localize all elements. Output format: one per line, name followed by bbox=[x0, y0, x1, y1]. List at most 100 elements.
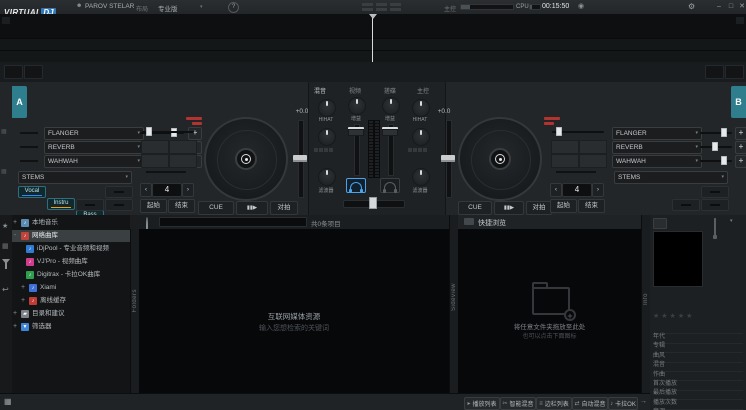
deck-b-loop-double-button[interactable]: › bbox=[592, 183, 604, 197]
deck-a-loop-in-button[interactable]: 起始 bbox=[140, 199, 167, 213]
deck-b-tab[interactable]: B bbox=[731, 86, 746, 118]
tree-item-folders-suggestions[interactable]: +▰目录和建议 bbox=[12, 308, 130, 320]
smartmix-tab[interactable]: ✂智能混音 bbox=[500, 397, 536, 410]
deck-a-loop-size[interactable]: 4 bbox=[152, 183, 182, 197]
tree-item-offline-cache[interactable]: +♪离线缓存 bbox=[12, 295, 130, 307]
deck-b-fx2-select[interactable]: REVERB▾ bbox=[612, 141, 702, 154]
deck-b-fx3-slider[interactable] bbox=[700, 155, 732, 166]
settings-gear-icon[interactable]: ⚙ bbox=[688, 2, 695, 11]
deck-b-loop-size[interactable]: 4 bbox=[562, 183, 592, 197]
deck-b-fx3-add-button[interactable]: + bbox=[735, 155, 746, 168]
deck-b-stem-empty-pad[interactable] bbox=[701, 199, 729, 211]
channel-2-pfl-button[interactable] bbox=[380, 178, 400, 193]
deck-a-tab[interactable]: A bbox=[12, 86, 27, 118]
minimize-button[interactable]: – bbox=[714, 2, 724, 12]
history-icon[interactable]: ▦ bbox=[2, 242, 9, 250]
deck-a-pad-param-slider[interactable] bbox=[142, 126, 194, 137]
karaoke-tab[interactable]: ♪卡拉OK bbox=[608, 397, 638, 410]
user-name[interactable]: PAROV STELAR bbox=[85, 3, 134, 10]
deck-a-pad-3[interactable] bbox=[141, 154, 169, 168]
channel-1-volume-handle[interactable] bbox=[348, 127, 364, 136]
maximize-button[interactable]: □ bbox=[726, 2, 736, 12]
deck-a-pad-2[interactable] bbox=[169, 140, 197, 154]
channel-1-pfl-button[interactable] bbox=[346, 178, 366, 193]
deck-b-cue-button[interactable]: CUE bbox=[458, 201, 492, 215]
deck-a-stem-empty-pad[interactable] bbox=[105, 186, 133, 198]
deck-b-fx2-add-button[interactable]: + bbox=[735, 141, 746, 154]
layout-switch-2-icon[interactable] bbox=[376, 3, 387, 11]
channel-1-gain-knob[interactable] bbox=[348, 97, 366, 115]
shortcut-grid-icon[interactable]: ▦ bbox=[4, 397, 12, 406]
close-button[interactable]: ✕ bbox=[737, 2, 746, 12]
deck-b-stems-select[interactable]: STEMS▾ bbox=[614, 171, 728, 184]
mixer-left-filter-knob[interactable] bbox=[318, 168, 336, 186]
tree-item-idjpool[interactable]: ♪iDjPool - 专业音频和视频 bbox=[12, 243, 130, 255]
deck-a-stem-empty-pad[interactable] bbox=[76, 199, 104, 211]
deck-a-stems-select[interactable]: STEMS▾ bbox=[18, 171, 132, 184]
deck-a-fx1-select[interactable]: FLANGER▾ bbox=[44, 127, 144, 140]
deck-b-stem-empty-pad[interactable] bbox=[701, 186, 729, 198]
deck-b-pad-param-slider[interactable] bbox=[552, 126, 604, 137]
deck-a-fx3-select[interactable]: WAHWAH▾ bbox=[44, 155, 144, 168]
deck-b-fx1-select[interactable]: FLANGER▾ bbox=[612, 127, 702, 140]
wave-zoom-right[interactable] bbox=[736, 17, 744, 24]
deck-b-fx3-select[interactable]: WAHWAH▾ bbox=[612, 155, 702, 168]
deck-b-sync-button[interactable]: 对拍 bbox=[526, 201, 552, 215]
deck-b-fx2-slider[interactable] bbox=[700, 141, 732, 152]
deck-a-play-button[interactable]: ▮▮▶ bbox=[236, 201, 268, 215]
deck-a-stem-vocal[interactable]: Vocal bbox=[18, 186, 46, 198]
record-icon[interactable]: ◉ bbox=[578, 2, 584, 10]
deck-b-loop-in-button[interactable]: 起始 bbox=[550, 199, 577, 213]
deck-a-jog-wheel[interactable] bbox=[204, 117, 288, 201]
filter-funnel-icon[interactable] bbox=[2, 259, 10, 281]
deck-b-fx1-add-button[interactable]: + bbox=[735, 127, 746, 140]
deck-b-fx1-slider[interactable] bbox=[700, 127, 732, 138]
deck-a-side-button2-icon[interactable]: ▦ bbox=[1, 168, 7, 175]
deck-a-cue-button[interactable]: CUE bbox=[198, 201, 234, 215]
mixer-right-eq-hihat-knob[interactable] bbox=[412, 99, 430, 117]
deck-b-pad-1[interactable] bbox=[551, 140, 579, 154]
deck-a-loop-out-button[interactable]: 结束 bbox=[168, 199, 195, 213]
mixer-left-eq-hihat-knob[interactable] bbox=[318, 99, 336, 117]
deck-a-side-button-icon[interactable]: ▦ bbox=[1, 128, 7, 135]
tree-item-online-library[interactable]: -♪网络曲库 bbox=[12, 230, 130, 242]
deck-b-pad-4[interactable] bbox=[579, 154, 607, 168]
deck-a-loop-double-button[interactable]: › bbox=[182, 183, 194, 197]
layout-switch-1-icon[interactable] bbox=[362, 3, 373, 11]
deck-a-fx2-select[interactable]: REVERB▾ bbox=[44, 141, 144, 154]
info-mode-button[interactable] bbox=[653, 218, 667, 229]
favorites-star-icon[interactable]: ★ bbox=[2, 222, 8, 230]
tree-item-filters[interactable]: +▼筛选器 bbox=[12, 321, 130, 333]
deck-a-loop-mini-slider[interactable] bbox=[146, 171, 186, 173]
deck-a-loop-half-button[interactable]: ‹ bbox=[140, 183, 152, 197]
mixer-right-mid-knob[interactable] bbox=[412, 128, 430, 146]
back-icon[interactable]: ↩ bbox=[2, 285, 9, 294]
playlist-tab[interactable]: ▸播放列表 bbox=[464, 397, 500, 410]
channel-2-volume-handle[interactable] bbox=[382, 127, 398, 136]
deck-b-play-button[interactable]: ▮▮▶ bbox=[494, 201, 524, 215]
automix-tab[interactable]: ⇄自动混音 bbox=[572, 397, 608, 410]
deck-a-pitch-handle[interactable] bbox=[293, 155, 307, 162]
mixer-left-mid-knob[interactable] bbox=[318, 128, 336, 146]
deck-a-sync-button[interactable]: 对拍 bbox=[270, 201, 298, 215]
deck-b-stem-empty-pad[interactable] bbox=[672, 199, 700, 211]
edition-chevron-icon[interactable]: ▾ bbox=[200, 4, 203, 10]
deck-b-pad-3[interactable] bbox=[551, 154, 579, 168]
shortcut-drop-zone[interactable]: 将任意文件夹拖放至此处 也可以点击下面图标 bbox=[458, 229, 641, 393]
rating-stars[interactable]: ★★★★★ bbox=[653, 312, 694, 320]
channel-2-gain-knob[interactable] bbox=[382, 97, 400, 115]
prelisten-headphone-icon[interactable] bbox=[714, 218, 716, 236]
mixer-tab-master[interactable]: 主控 bbox=[417, 86, 429, 95]
edition-dropdown[interactable]: 专业版 bbox=[158, 3, 178, 13]
deck-b-jog-wheel[interactable] bbox=[458, 117, 542, 201]
sidelist-tab[interactable]: ≡边栏列表 bbox=[536, 397, 572, 410]
send-arrow-icon[interactable]: → bbox=[640, 398, 647, 405]
deck-a-pad-4[interactable] bbox=[169, 154, 197, 168]
mixer-right-filter-knob[interactable] bbox=[412, 168, 430, 186]
deck-a-stem-instru[interactable]: Instru bbox=[47, 198, 75, 210]
layout-switch-3-icon[interactable] bbox=[390, 3, 401, 11]
crossfader-handle[interactable] bbox=[369, 197, 377, 209]
info-caret-icon[interactable]: ▾ bbox=[730, 218, 733, 224]
tree-item-xiami[interactable]: +♪Xiami bbox=[12, 282, 130, 294]
file-list-panel[interactable]: 互联网媒体资源 输入您想检索的关键词 bbox=[139, 229, 449, 393]
